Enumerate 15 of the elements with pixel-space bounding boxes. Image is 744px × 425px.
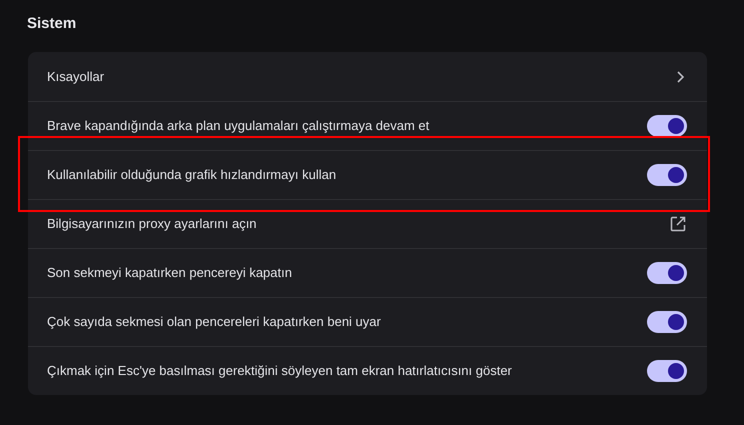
setting-label: Çok sayıda sekmesi olan pencereleri kapatırken beni uyar: [47, 313, 381, 332]
section-title: Sistem: [27, 14, 76, 34]
external-link-icon[interactable]: [670, 216, 686, 232]
toggle-switch[interactable]: [647, 262, 687, 284]
setting-label: Bilgisayarınızın proxy ayarlarını açın: [47, 215, 257, 234]
setting-label: Son sekmeyi kapatırken pencereyi kapatın: [47, 264, 292, 282]
setting-label: Kısayollar: [47, 68, 104, 86]
setting-label: Brave kapandığında arka plan uygulamaları çalıştırmaya devam et: [47, 117, 430, 136]
toggle-switch[interactable]: [647, 311, 687, 333]
toggle-switch[interactable]: [647, 164, 687, 186]
toggle-switch[interactable]: [647, 115, 687, 137]
chevron-right-icon[interactable]: [676, 70, 684, 82]
setting-label: Kullanılabilir olduğunda grafik hızlandırmayı kullan: [47, 166, 336, 184]
setting-label: Çıkmak için Esc'ye basılması gerektiğini söyleyen tam ekran hatırlatıcısını göster: [47, 362, 512, 380]
toggle-switch[interactable]: [647, 360, 687, 382]
